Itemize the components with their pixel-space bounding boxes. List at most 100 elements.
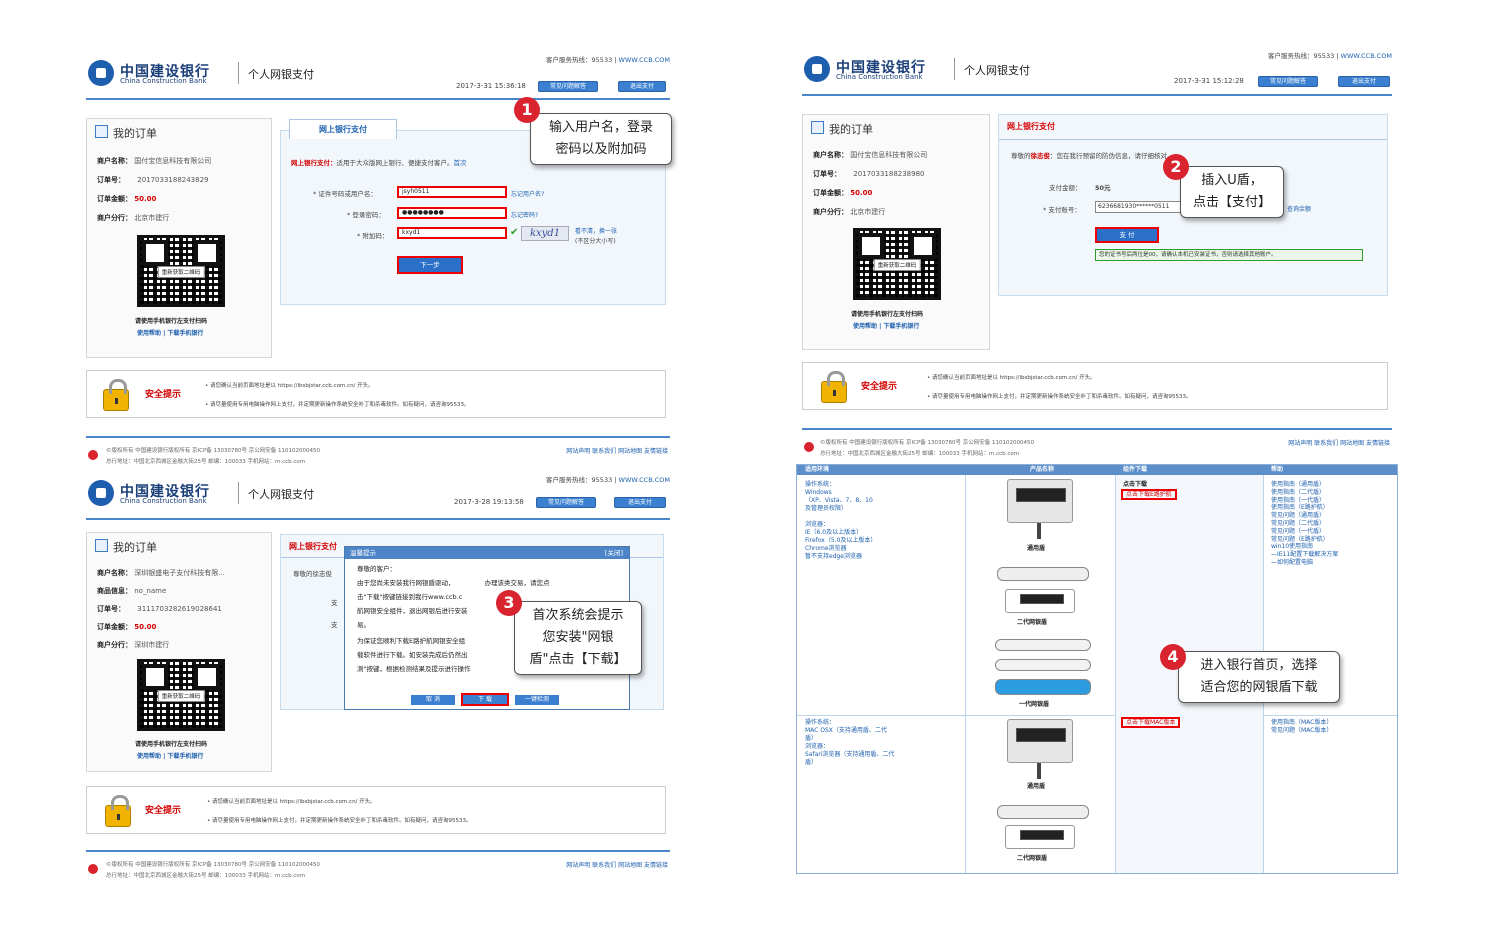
footer-links[interactable]: 网站声明 联系我们 网站地图 友情链接: [566, 860, 668, 869]
security-tips: 安全提示 • 请您确认当前页面地址是以 https://ibsbjstar.cc…: [86, 370, 666, 418]
timestamp: 2017-3-31 15:12:28: [1174, 77, 1244, 85]
tab-online-pay[interactable]: 网上银行支付: [289, 541, 337, 552]
order-no-row: 订单号： 2017033188243829: [97, 175, 209, 185]
dialog-line1: 尊敬的客户：: [357, 565, 396, 573]
cancel-button[interactable]: 取 消: [411, 695, 455, 705]
bank-header: 中国建设银行 China Construction Bank 个人网银支付 客户…: [802, 46, 1392, 96]
ccb-logo-icon: [88, 480, 114, 506]
username-input[interactable]: jsyh0511: [397, 186, 507, 198]
forgot-username-link[interactable]: 忘记用户名?: [511, 189, 544, 198]
dialog-line2a: 由于您尚未安装我行网银盾驱动，: [357, 579, 455, 587]
footer-line1: ©版权所有 中国建设银行版权所有 京ICP备 13030780号 京公网安备 1…: [106, 862, 321, 868]
step-badge-3: 3: [496, 590, 522, 616]
dialog-line8: 测"按键，根据检测结果及提示进行操作: [357, 665, 471, 673]
gen2-token-device: [1005, 589, 1075, 613]
footer-logo-icon: [88, 864, 98, 874]
hotline: 客户服务热线：95533 | WWW.CCB.COM: [546, 474, 670, 484]
amount-row: 订单金额： 50.00: [813, 188, 872, 198]
footer-logo-icon: [804, 442, 814, 452]
footer-links[interactable]: 网站声明 联系我们 网站地图 友情链接: [566, 446, 668, 455]
qr-caption: 请使用手机银行左支付扫码: [135, 318, 208, 325]
qr-caption: 请使用手机银行左支付扫码: [135, 741, 208, 748]
download-button[interactable]: 下 载: [461, 693, 509, 706]
lock-icon: [105, 795, 131, 827]
order-no-value: 2017033188238980: [853, 170, 925, 178]
pay-amount-label: 支付金额：: [1049, 184, 1082, 192]
faq-button[interactable]: 常见问题解答: [1258, 76, 1318, 87]
gen1-token-usb-3: [995, 679, 1091, 695]
qr-refresh[interactable]: 重新获取二维码: [157, 266, 205, 278]
amount-row: 订单金额： 50.00: [97, 194, 156, 204]
dialog-line5: 易。: [357, 621, 370, 629]
help-links[interactable]: 使用帮助 | 下载手机银行: [137, 328, 203, 337]
footer-links[interactable]: 网站声明 联系我们 网站地图 友情链接: [1288, 438, 1390, 447]
download-heading: 点击下载: [1123, 481, 1148, 488]
download-eroad-link[interactable]: 点击下载E路护航: [1121, 489, 1177, 500]
greeting: 尊敬的徐志俊: [293, 570, 332, 578]
order-panel: 我的订单 商户名称： 深圳银盛电子支付科技有限... 商品信息： no_name…: [86, 532, 272, 772]
faq-button[interactable]: 常见问题解答: [536, 497, 596, 508]
help-links[interactable]: 使用帮助 | 下载手机银行: [137, 751, 203, 760]
exit-button[interactable]: 退出支付: [618, 81, 666, 92]
forgot-password-link[interactable]: 忘记密码?: [511, 210, 538, 219]
qr-refresh[interactable]: 重新获取二维码: [873, 259, 921, 271]
security-line2: • 请尽量使用专用电脑操作网上支付，并定期更新操作系统安全补丁和杀毒软件。如有疑…: [207, 818, 472, 824]
amount-value: 50.00: [134, 195, 157, 203]
callout-2: 插入U盾， 点击【支付】: [1180, 166, 1284, 218]
account-select[interactable]: 6236681930******0511: [1095, 201, 1185, 213]
download-mac-link[interactable]: 点击下载MAC版本: [1121, 717, 1181, 728]
device-screen: [1020, 830, 1064, 840]
help-links-windows[interactable]: 使用指南（通用盾） 使用指南（二代盾） 使用指南（一代盾） 使用指南（E路护航）…: [1271, 481, 1338, 567]
label-mac-general-token: 通用盾: [1027, 783, 1046, 790]
captcha-input[interactable]: kxyd1: [397, 227, 507, 239]
order-no-label: 订单号：: [813, 170, 841, 178]
gen2-token-usb: [997, 567, 1089, 581]
intro-label: 网上银行支付：: [291, 159, 337, 167]
website-link[interactable]: WWW.CCB.COM: [1341, 52, 1392, 60]
website-link[interactable]: WWW.CCB.COM: [619, 476, 670, 484]
next-button[interactable]: 下一步: [397, 256, 463, 274]
branch-label: 商户分行：: [813, 208, 848, 216]
merchant-row: 商户名称： 深圳银盛电子支付科技有限...: [97, 568, 225, 578]
hotline-text: 客户服务热线：95533 |: [1268, 52, 1341, 60]
order-panel: 我的订单 商户名称： 国付宝信息科技有限公司 订单号： 201703318823…: [802, 114, 990, 350]
password-input[interactable]: ●●●●●●●●: [397, 207, 507, 219]
branch-row: 商户分行： 北京市建行: [813, 207, 885, 217]
pay-button[interactable]: 支 付: [1095, 227, 1159, 243]
order-no-row: 订单号： 3111703282619028641: [97, 604, 222, 614]
branch-row: 商户分行： 北京市建行: [97, 213, 169, 223]
qr-refresh[interactable]: 重新获取二维码: [157, 690, 205, 702]
balance-link[interactable]: 查询余额: [1287, 204, 1311, 213]
security-line1: • 请您确认当前页面地址是以 https://ibsbjstar.ccb.com…: [207, 799, 376, 805]
password-label: * 登录密码：: [347, 211, 385, 219]
help-links[interactable]: 使用帮助 | 下载手机银行: [853, 321, 919, 330]
faq-button[interactable]: 常见问题解答: [538, 81, 598, 92]
amount-value: 50.00: [134, 623, 157, 631]
bank-header: 中国建设银行 China Construction Bank 个人网银支付 客户…: [86, 470, 670, 520]
website-link[interactable]: WWW.CCB.COM: [619, 56, 670, 64]
exit-button[interactable]: 退出支付: [614, 497, 666, 508]
security-line2: • 请尽量使用专用电脑操作网上支付，并定期更新操作系统安全补丁和杀毒软件。如有疑…: [205, 402, 470, 408]
ccb-logo-icon: [804, 56, 830, 82]
captcha-note: (不区分大小写): [575, 238, 616, 245]
captcha-refresh-link[interactable]: 看不清，换一张: [575, 226, 617, 235]
one-click-check-button[interactable]: 一键检测: [515, 695, 559, 705]
exit-button[interactable]: 退出支付: [1338, 76, 1390, 87]
help-links-mac[interactable]: 使用指南（MAC版本） 常见问题（MAC版本）: [1271, 719, 1332, 735]
tab-underline: [999, 139, 1387, 140]
dialog-line2: 由于您尚未安装我行网银盾驱动， 办理该类交易，请您点: [357, 577, 550, 590]
timestamp: 2017-3-28 19:13:58: [454, 498, 524, 506]
mac-general-token-device: [1007, 719, 1073, 763]
login-intro: 网上银行支付：适用于大众版网上银行、便捷支付客户。首次: [291, 157, 467, 167]
branch-row: 商户分行： 深圳市建行: [97, 640, 169, 650]
footer-line2: 总行地址：中国北京西城区金融大街25号 邮编：100033 手机网站：m.ccb…: [820, 451, 1020, 457]
order-title: 我的订单: [95, 539, 157, 555]
order-no-label: 订单号：: [97, 605, 125, 613]
dialog-close-button[interactable]: [关闭]: [605, 547, 623, 559]
order-title: 我的订单: [95, 125, 157, 141]
header-product: 产品名称: [1029, 466, 1054, 473]
tab-online-pay[interactable]: 网上银行支付: [289, 119, 397, 139]
dialog-line6: 为保证您顺利下载E路护航网银安全组: [357, 637, 466, 645]
label-gen2-token: 二代网银盾: [1017, 619, 1048, 626]
tab-online-pay[interactable]: 网上银行支付: [1007, 121, 1055, 132]
